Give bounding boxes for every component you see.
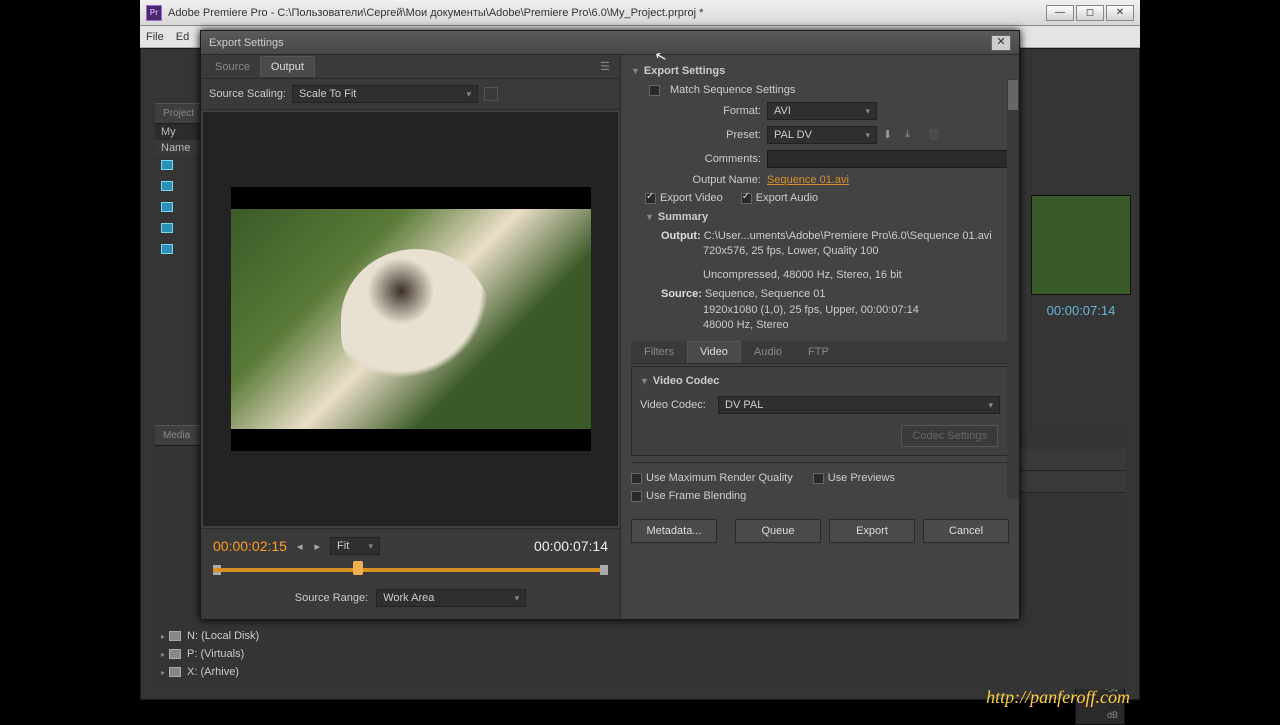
drive-icon (169, 667, 181, 677)
menu-file[interactable]: File (146, 31, 164, 43)
cancel-button[interactable]: Cancel (923, 519, 1009, 543)
frame-blending-checkbox[interactable] (631, 491, 642, 502)
import-preset-icon[interactable]: ⤓ (905, 128, 921, 142)
source-scaling-dropdown[interactable]: Scale To Fit (292, 85, 478, 103)
duration-timecode: 00:00:07:14 (534, 538, 608, 554)
video-codec-header: Video Codec (653, 375, 719, 387)
current-timecode[interactable]: 00:00:02:15 (213, 538, 287, 554)
preview-frame (231, 187, 591, 451)
close-button[interactable]: ✕ (1106, 5, 1134, 21)
play-icon[interactable]: ▸ (313, 538, 323, 555)
sequence-icon (161, 223, 173, 233)
export-audio-checkbox[interactable] (741, 193, 752, 204)
disclosure-icon[interactable]: ▼ (640, 376, 649, 386)
drive-item[interactable]: N: (Local Disk) (155, 627, 355, 645)
summary-header: Summary (658, 211, 708, 223)
delete-preset-icon[interactable]: 🗑 (927, 128, 943, 142)
sequence-icon (161, 181, 173, 191)
out-point-icon[interactable] (600, 565, 608, 575)
tab-filters[interactable]: Filters (631, 341, 687, 363)
export-video-checkbox[interactable] (645, 193, 656, 204)
tab-source[interactable]: Source (205, 57, 260, 77)
metadata-button[interactable]: Metadata... (631, 519, 717, 543)
sequence-icon (161, 202, 173, 212)
transport-controls: 00:00:02:15 ◂ ▸ Fit 00:00:07:14 Source R… (201, 528, 620, 619)
watermark: http://panferoff.com (986, 687, 1130, 708)
timeline-slider[interactable] (213, 561, 608, 579)
drive-icon (169, 649, 181, 659)
settings-scrollbar[interactable] (1007, 79, 1019, 499)
use-previews-checkbox[interactable] (813, 473, 824, 484)
sequence-icon (161, 160, 173, 170)
tab-output[interactable]: Output (260, 56, 315, 77)
disclosure-icon[interactable]: ▼ (645, 212, 654, 222)
output-name-label: Output Name: (631, 174, 761, 186)
comments-label: Comments: (631, 153, 761, 165)
preset-dropdown[interactable]: PAL DV (767, 126, 877, 144)
window-title: Adobe Premiere Pro - C:\Пользователи\Сер… (168, 7, 703, 19)
drive-icon (169, 631, 181, 641)
output-name-link[interactable]: Sequence 01.avi (767, 174, 849, 186)
comments-input[interactable] (767, 150, 1009, 168)
tab-audio[interactable]: Audio (741, 341, 795, 363)
queue-button[interactable]: Queue (735, 519, 821, 543)
source-range-label: Source Range: (295, 592, 368, 604)
preview-image (231, 209, 591, 429)
format-label: Format: (631, 105, 761, 117)
titlebar: Pr Adobe Premiere Pro - C:\Пользователи\… (140, 0, 1140, 26)
drive-item[interactable]: P: (Virtuals) (155, 645, 355, 663)
match-sequence-label: Match Sequence Settings (670, 84, 795, 96)
program-monitor-thumb (1031, 195, 1131, 295)
video-codec-dropdown[interactable]: DV PAL (718, 396, 1000, 414)
tab-video[interactable]: Video (687, 341, 741, 363)
format-dropdown[interactable]: AVI (767, 102, 877, 120)
minimize-button[interactable]: — (1046, 5, 1074, 21)
step-back-icon[interactable]: ◂ (295, 538, 305, 555)
preview-menu-icon[interactable]: ☰ (594, 58, 616, 75)
source-scaling-label: Source Scaling: (209, 88, 286, 100)
drive-item[interactable]: X: (Arhive) (155, 663, 355, 681)
program-timecode: 00:00:07:14 (1031, 303, 1131, 318)
sequence-icon (161, 244, 173, 254)
match-sequence-checkbox[interactable] (649, 85, 660, 96)
crop-icon[interactable] (484, 87, 498, 101)
dialog-close-button[interactable]: ✕ (991, 35, 1011, 51)
maximize-button[interactable]: ◻ (1076, 5, 1104, 21)
codec-settings-button: Codec Settings (901, 425, 998, 447)
preset-label: Preset: (631, 129, 761, 141)
tab-ftp[interactable]: FTP (795, 341, 842, 363)
settings-pane: ▼ Export Settings Match Sequence Settings… (621, 55, 1019, 619)
dialog-titlebar[interactable]: Export Settings ✕ (201, 31, 1019, 55)
preview-pane: Source Output ☰ Source Scaling: Scale To… (201, 55, 621, 619)
export-settings-header: Export Settings (644, 65, 725, 77)
media-browser-drives: N: (Local Disk) P: (Virtuals) X: (Arhive… (155, 627, 355, 681)
max-render-quality-checkbox[interactable] (631, 473, 642, 484)
menu-edit[interactable]: Ed (176, 31, 189, 43)
export-settings-dialog: Export Settings ✕ Source Output ☰ Source… (200, 30, 1020, 620)
save-preset-icon[interactable]: ⬇ (883, 128, 899, 142)
source-range-dropdown[interactable]: Work Area (376, 589, 526, 607)
playhead-icon[interactable] (353, 561, 363, 575)
dialog-title: Export Settings (209, 37, 284, 49)
video-codec-label: Video Codec: (640, 399, 712, 411)
export-button[interactable]: Export (829, 519, 915, 543)
video-codec-section: ▼ Video Codec Video Codec: DV PAL Codec S… (631, 366, 1009, 456)
disclosure-icon[interactable]: ▼ (631, 66, 640, 76)
app-logo-icon: Pr (146, 5, 162, 21)
zoom-fit-dropdown[interactable]: Fit (330, 537, 380, 555)
